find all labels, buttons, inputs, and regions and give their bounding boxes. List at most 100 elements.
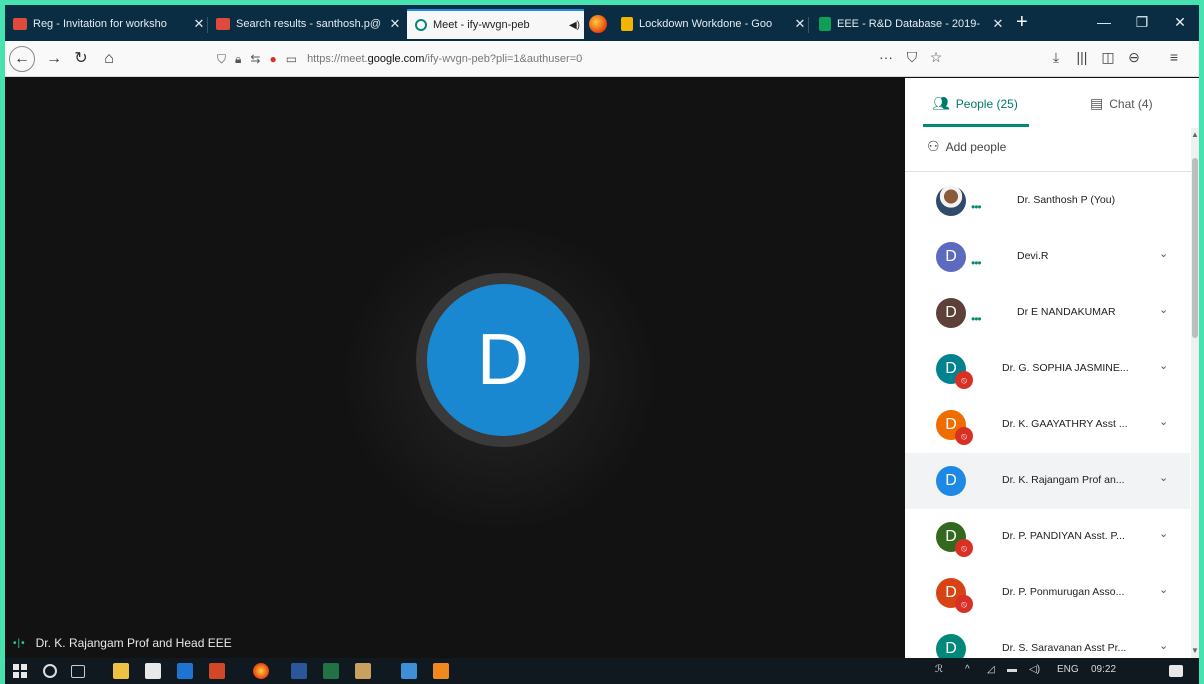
chevron-down-icon[interactable]: ⌄: [1159, 583, 1168, 596]
participant-row[interactable]: D ⦸ Dr. K. GAAYATHRY Asst ... ⌄: [905, 397, 1190, 453]
presenter-avatar: D: [427, 284, 579, 436]
firefox-taskbar-icon[interactable]: [253, 663, 269, 679]
powerpoint-icon[interactable]: [209, 663, 225, 679]
scrollbar-thumb[interactable]: [1192, 158, 1198, 338]
browser-tab-bar: Reg - Invitation for worksho ✕ Search re…: [5, 5, 1199, 41]
tab-label: Meet - ify-wvgn-peb: [433, 19, 530, 31]
lock-icon[interactable]: 🔒︎: [235, 52, 241, 67]
vlc-icon[interactable]: [433, 663, 449, 679]
navigation-bar: ← → ↻ ⌂ ⛉ 🔒︎ ⇆ ● ▭ https://meet.google.c…: [5, 41, 1199, 77]
participant-name: Dr. P. PANDIYAN Asst. P...: [1002, 530, 1125, 542]
tab-firefox-pinned[interactable]: [585, 11, 613, 37]
screen-share-icon[interactable]: ▭: [286, 52, 297, 67]
tab-label: Search results - santhosh.p@: [236, 18, 382, 30]
close-window-button[interactable]: ✕: [1165, 11, 1195, 33]
battery-icon[interactable]: ▬: [1007, 664, 1017, 675]
firefox-icon: [589, 15, 607, 33]
add-people-button[interactable]: ⚇ Add people: [927, 138, 1006, 155]
gmail-icon: [13, 18, 27, 30]
account-icon[interactable]: ⊖: [1123, 49, 1145, 66]
participant-row[interactable]: ••• Dr. Santhosh P (You): [905, 173, 1190, 229]
close-icon[interactable]: ✕: [386, 16, 404, 32]
permissions-icon[interactable]: ⇆: [250, 52, 260, 67]
app-icon[interactable]: [355, 663, 371, 679]
participant-name: Dr. G. SOPHIA JASMINE...: [1002, 362, 1129, 374]
pocket-icon[interactable]: ⛉: [901, 49, 923, 66]
close-icon[interactable]: ✕: [190, 16, 208, 32]
close-icon[interactable]: ✕: [989, 16, 1007, 32]
tab-slides[interactable]: Lockdown Workdone - Goo ✕: [613, 11, 809, 37]
participant-name: Dr. K. GAAYATHRY Asst ...: [1002, 418, 1128, 430]
participant-name: Dr. S. Saravanan Asst Pr...: [1002, 642, 1127, 654]
tab-label: Reg - Invitation for worksho: [33, 18, 167, 30]
maximize-button[interactable]: ❐: [1127, 11, 1157, 33]
notifications-icon[interactable]: [1169, 665, 1183, 677]
volume-icon[interactable]: ◁): [1029, 664, 1040, 675]
tab-chat[interactable]: ▤ Chat (4): [1090, 95, 1153, 112]
reload-button[interactable]: ↻: [69, 47, 93, 71]
arrow-left-icon: ←: [14, 50, 30, 67]
participant-avatar: D: [936, 298, 966, 328]
people-tray-icon[interactable]: ℛ: [935, 664, 943, 675]
chevron-down-icon[interactable]: ⌄: [1159, 639, 1168, 652]
participant-row[interactable]: D ••• Dr E NANDAKUMAR ⌄: [905, 285, 1190, 341]
tab-people[interactable]: 👥︎ People (25): [932, 95, 1018, 112]
close-icon[interactable]: ✕: [791, 16, 809, 32]
participant-row[interactable]: D Dr. S. Saravanan Asst Pr... ⌄: [905, 621, 1190, 658]
photos-icon[interactable]: [401, 663, 417, 679]
participant-row[interactable]: D ••• Devi.R ⌄: [905, 229, 1190, 285]
home-button[interactable]: ⌂: [97, 47, 121, 71]
store-icon[interactable]: [145, 663, 161, 679]
chevron-down-icon[interactable]: ⌄: [1159, 303, 1168, 316]
file-explorer-icon[interactable]: [113, 663, 129, 679]
network-icon[interactable]: ◿: [987, 664, 995, 675]
download-icon[interactable]: ⤓: [1045, 49, 1067, 66]
back-button[interactable]: ←: [9, 46, 35, 72]
chevron-down-icon[interactable]: ⌄: [1159, 527, 1168, 540]
task-view-icon[interactable]: [71, 665, 85, 678]
participant-row[interactable]: D Dr. K. Rajangam Prof an... ⌄: [905, 453, 1190, 509]
participant-row[interactable]: D ⦸ Dr. P. Ponmurugan Asso... ⌄: [905, 565, 1190, 621]
scroll-down-arrow[interactable]: ▼: [1191, 646, 1199, 655]
clock[interactable]: 09:22: [1091, 664, 1116, 675]
participant-name: Dr. P. Ponmurugan Asso...: [1002, 586, 1125, 598]
bookmark-star-icon[interactable]: ☆: [925, 49, 947, 66]
library-icon[interactable]: |||: [1071, 49, 1093, 65]
home-icon: ⌂: [104, 50, 114, 67]
search-icon[interactable]: [43, 664, 57, 678]
tab-sheets[interactable]: EEE - R&D Database - 2019- ✕: [811, 11, 1007, 37]
url-text[interactable]: https://meet.google.com/ify-wvgn-peb?pli…: [307, 53, 582, 65]
word-icon[interactable]: [291, 663, 307, 679]
speaker-icon[interactable]: ◀): [569, 20, 580, 31]
tab-gmail-search[interactable]: Search results - santhosh.p@ ✕: [208, 11, 404, 37]
minimize-button[interactable]: —: [1089, 11, 1119, 33]
menu-icon[interactable]: ≡: [1163, 49, 1185, 65]
chevron-down-icon[interactable]: ⌄: [1159, 415, 1168, 428]
scroll-up-arrow[interactable]: ▲: [1191, 130, 1199, 139]
tab-gmail-invitation[interactable]: Reg - Invitation for worksho ✕: [5, 11, 208, 37]
mic-off-icon: ⦸: [955, 371, 973, 389]
shield-icon[interactable]: ⛉: [217, 52, 226, 67]
sidebar-icon[interactable]: ◫: [1097, 49, 1119, 66]
tab-meet[interactable]: Meet - ify-wvgn-peb ◀): [407, 9, 584, 39]
chevron-down-icon[interactable]: ⌄: [1159, 247, 1168, 260]
windows-start-icon[interactable]: [13, 664, 27, 678]
page-actions-button[interactable]: ···: [875, 49, 897, 65]
participant-row[interactable]: D ⦸ Dr. P. PANDIYAN Asst. P... ⌄: [905, 509, 1190, 565]
add-person-icon: ⚇: [927, 138, 940, 154]
chevron-down-icon[interactable]: ⌄: [1159, 359, 1168, 372]
presenter-name: Dr. K. Rajangam Prof and Head EEE: [35, 636, 232, 650]
url-bar[interactable]: ⛉ 🔒︎ ⇆ ● ▭ https://meet.google.com/ify-w…: [217, 46, 947, 72]
forward-button[interactable]: →: [42, 47, 66, 71]
participant-row[interactable]: D ⦸ Dr. G. SOPHIA JASMINE... ⌄: [905, 341, 1190, 397]
excel-icon[interactable]: [323, 663, 339, 679]
speaking-indicator: •••: [971, 256, 982, 270]
tray-expand-icon[interactable]: ^: [965, 664, 970, 675]
outlook-icon[interactable]: [177, 663, 193, 679]
chevron-down-icon[interactable]: ⌄: [1159, 471, 1168, 484]
participant-name: Dr E NANDAKUMAR: [1017, 306, 1116, 318]
microphone-icon[interactable]: ●: [269, 52, 276, 67]
language-indicator[interactable]: ENG: [1057, 664, 1079, 675]
tab-people-label: People (25): [955, 96, 1018, 111]
new-tab-button[interactable]: +: [1016, 11, 1028, 33]
